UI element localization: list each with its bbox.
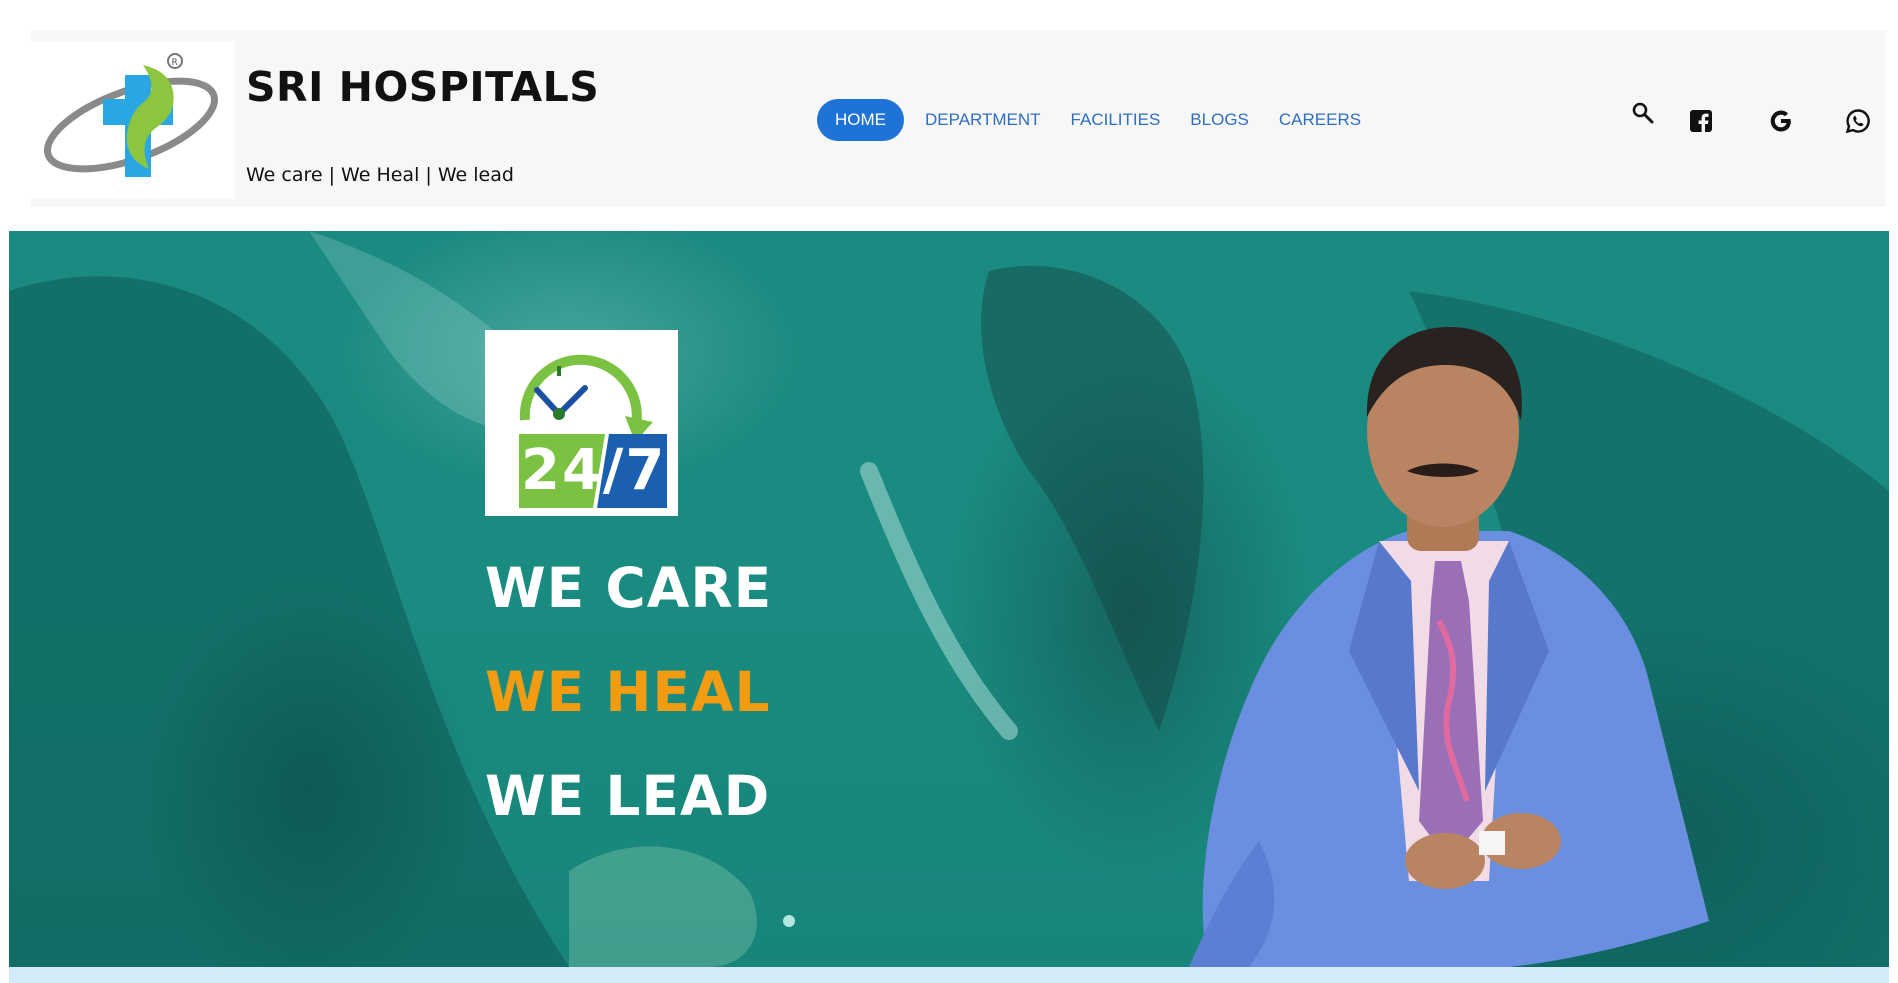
search-icon[interactable] bbox=[1626, 93, 1660, 133]
24-7-badge: 24/7 bbox=[485, 330, 678, 516]
whatsapp-icon[interactable] bbox=[1841, 101, 1875, 141]
main-nav: HOME DEPARTMENT FACILITIES BLOGS CAREERS bbox=[817, 99, 1376, 141]
site-header: R SRI HOSPITALS We care | We Heal | We l… bbox=[31, 31, 1886, 207]
nav-department[interactable]: DEPARTMENT bbox=[910, 99, 1056, 141]
doctor-portrait-image bbox=[1189, 327, 1709, 967]
nav-facilities[interactable]: FACILITIES bbox=[1056, 99, 1176, 141]
hospital-logo[interactable]: R bbox=[31, 41, 235, 199]
nav-blogs[interactable]: BLOGS bbox=[1175, 99, 1264, 141]
badge-24-7-text: 24/7 bbox=[521, 438, 667, 503]
next-section-strip bbox=[9, 967, 1889, 983]
hero-line-we-care: WE CARE bbox=[485, 556, 773, 620]
hero-line-we-lead: WE LEAD bbox=[485, 764, 771, 828]
nav-home[interactable]: HOME bbox=[817, 99, 904, 141]
header-icons bbox=[1626, 101, 1886, 141]
hero-line-we-heal: WE HEAL bbox=[485, 660, 771, 724]
nav-careers[interactable]: CAREERS bbox=[1264, 99, 1376, 141]
site-tagline: We care | We Heal | We lead bbox=[246, 164, 514, 186]
google-icon[interactable] bbox=[1764, 101, 1798, 141]
svg-text:R: R bbox=[172, 58, 178, 68]
logo-cross-icon: R bbox=[43, 53, 219, 177]
facebook-icon[interactable] bbox=[1684, 101, 1718, 141]
hero-banner: 24/7 WE CARE WE HEAL WE LEAD bbox=[9, 231, 1889, 967]
site-title: SRI HOSPITALS bbox=[246, 63, 600, 111]
